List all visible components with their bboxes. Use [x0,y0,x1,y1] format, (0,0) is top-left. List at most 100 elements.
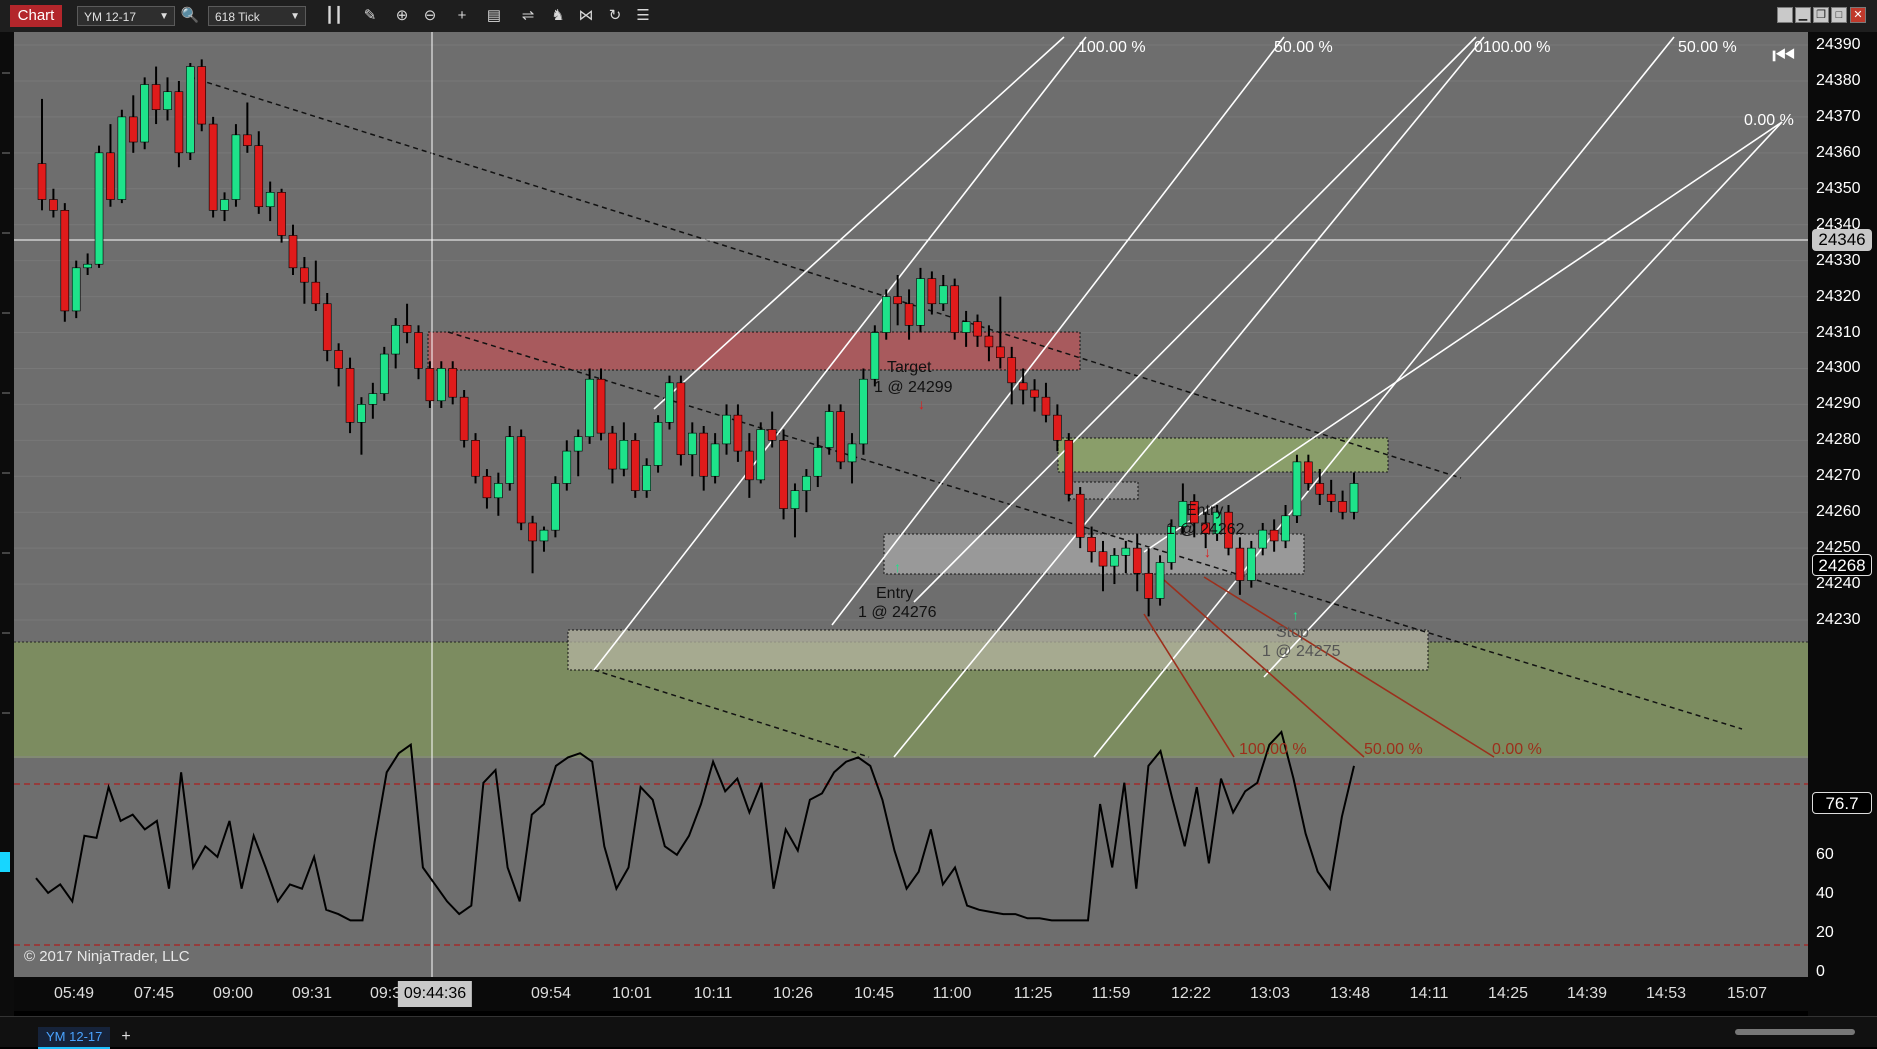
time-tick: 10:45 [853,985,895,1002]
reload-icon[interactable]: ↻ [605,6,625,26]
candle-down [904,303,914,326]
osc-tick: 40 [1816,885,1834,902]
candle-down [208,123,218,211]
bottom-tab-bar: YM 12-17 + [0,1016,1877,1049]
candle-down [1075,493,1085,538]
candle-down [596,378,606,434]
candle-down [414,332,423,369]
maximize-button[interactable]: □ [1831,7,1847,23]
candle-down [151,84,161,110]
candle-up [1121,547,1131,556]
candle-up [1247,547,1256,581]
pencil-icon[interactable]: ✎ [360,6,380,26]
data-box-icon[interactable]: ☰ [633,6,653,26]
candle-up [231,134,241,200]
horizontal-scrollbar[interactable] [1735,1029,1855,1035]
close-button[interactable]: ✕ [1850,7,1866,23]
price-tick: 24290 [1816,395,1861,413]
candle-up [1349,483,1359,513]
time-axis[interactable]: 05:49 07:45 09:00 09:31 09:38 09:54 10:01 10:11… [14,977,1808,1011]
bars-type-icon[interactable]: ┃┃ [324,6,344,26]
candle-up [186,66,195,154]
candle-up [802,475,811,491]
candle-up [83,263,92,269]
candle-down [128,116,138,143]
candle-down [1326,493,1336,502]
candle-up [1292,461,1302,517]
price-tick: 24260 [1816,503,1861,521]
restore-button[interactable]: ❐ [1813,7,1829,23]
candle-up [653,422,663,466]
candle-down [836,411,845,463]
osc-tick: 20 [1816,924,1834,941]
stop-price: 1 @ 24275 [1262,643,1341,660]
candle-down [174,91,184,154]
chart-plot-area[interactable]: Target 1 @ 24299 Entry 1 @ 24276 Entry 1… [14,32,1808,977]
candle-down [767,429,777,441]
bar-type-selector[interactable]: 618 Tick ▼ [208,6,306,26]
entry2-price: 1 @ 24262 [1166,521,1245,538]
candle-down [608,432,617,470]
price-tick: 24240 [1816,575,1861,593]
fib-label-0-100: 0100.00 % [1474,39,1551,56]
tile-window-button[interactable] [1777,7,1793,23]
candle-up [938,285,948,305]
candle-down [471,440,480,477]
strategies-icon[interactable]: ♞ [548,6,568,26]
stop-label: Stop [1276,624,1309,641]
drawing-tools-icon[interactable]: ⋈ [576,6,596,26]
price-tick: 24380 [1816,71,1861,89]
candle-down [402,325,412,333]
time-tick: 14:39 [1566,985,1608,1002]
sell-arrow-icon: ↓ [1204,544,1211,560]
candle-up [117,116,127,200]
chart-menu-button[interactable]: Chart [10,5,62,27]
time-tick: 14:25 [1487,985,1529,1002]
chevron-down-icon: ▼ [290,11,300,22]
time-tick: 11:59 [1091,985,1131,1002]
candle-up [642,465,651,491]
candle-up [94,152,104,265]
candle-up [688,432,697,455]
candle-down [1087,537,1096,553]
time-tick: 12:22 [1170,985,1212,1002]
time-tick: 11:25 [1013,985,1053,1002]
price-tick: 24360 [1816,143,1861,161]
candle-down [893,296,902,305]
last-price-label: 24268 [1812,554,1872,576]
candle-down [1132,547,1142,574]
candle-down [254,145,264,208]
candle-up [585,378,594,438]
minimize-button[interactable]: ▁ [1795,7,1811,23]
crosshair-icon[interactable]: + [452,6,472,26]
add-tab-button[interactable]: + [116,1027,136,1047]
candle-down [1007,357,1017,384]
supply-zone-red [427,331,1081,371]
candle-down [973,321,982,337]
price-tick: 24270 [1816,467,1861,485]
time-tick: 15:07 [1726,985,1768,1002]
candle-up [505,436,515,484]
candle-up [756,429,766,481]
indicators-icon[interactable]: ⇌ [518,6,538,26]
candle-up [494,483,503,499]
supply-zone-green [1057,437,1389,473]
price-tick: 24310 [1816,323,1861,341]
search-icon[interactable]: 🔍 [180,6,200,26]
candle-down [676,382,686,455]
candle-down [630,440,640,491]
zoom-in-icon[interactable]: ⊕ [392,6,412,26]
osc-tick: 0 [1816,963,1825,980]
properties-icon[interactable]: ▤ [484,6,504,26]
instrument-selector[interactable]: YM 12-17 ▼ [77,6,175,26]
zoom-out-icon[interactable]: ⊖ [420,6,440,26]
crosshair-price-label: 24346 [1812,229,1872,251]
candle-down [345,368,355,423]
red-fib-label-0: 0.00 % [1492,741,1542,758]
candle-down [1041,396,1051,416]
price-axis[interactable]: 24390 24380 24370 24360 24350 24340 24330 24320… [1808,32,1877,1016]
time-tick: 11:00 [932,985,972,1002]
time-tick: 13:03 [1249,985,1291,1002]
time-tick: 09:54 [530,985,572,1002]
candle-up [824,411,834,448]
